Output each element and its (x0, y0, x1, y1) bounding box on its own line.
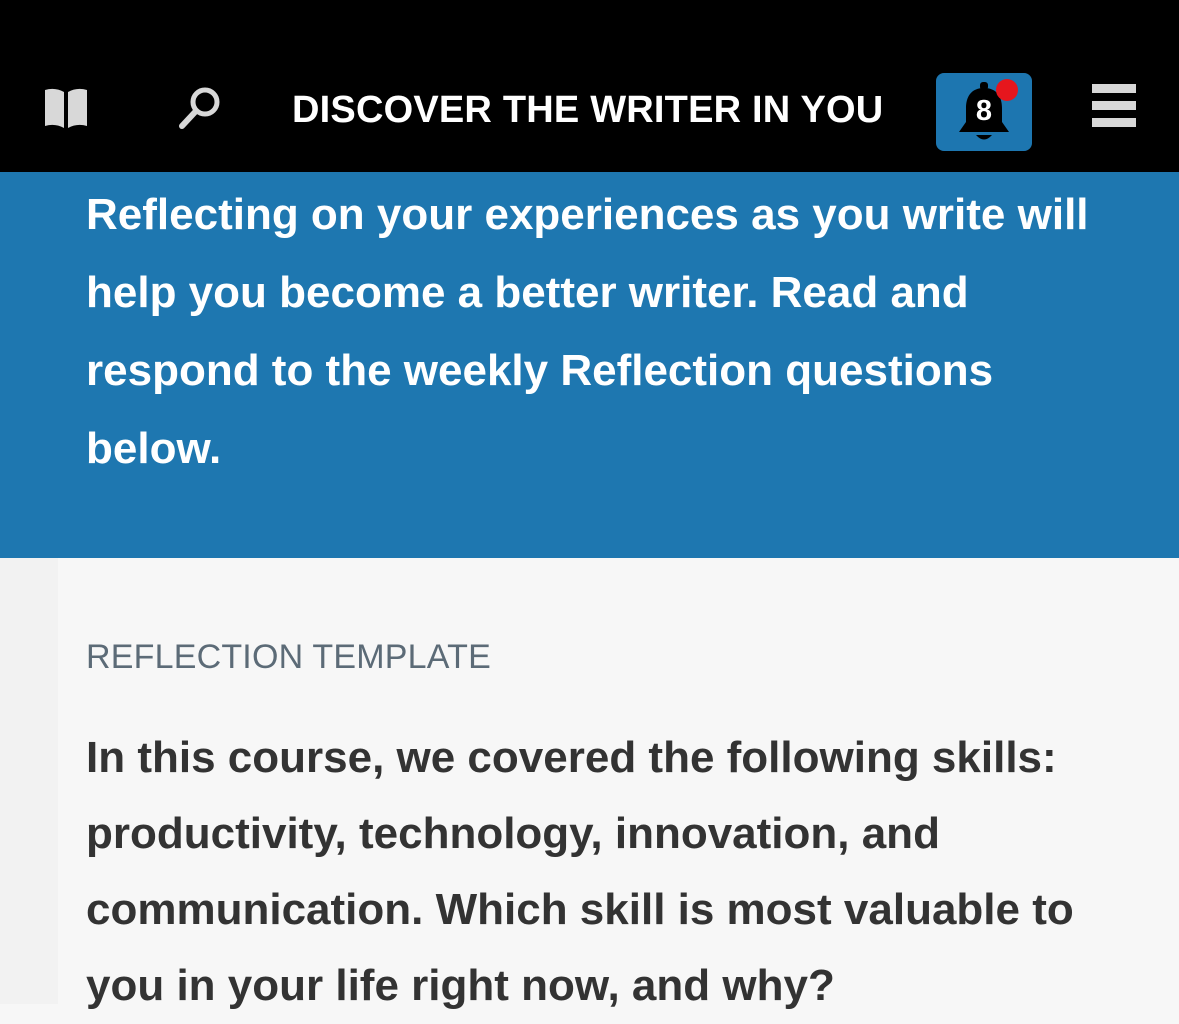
notifications-button[interactable]: 8 (936, 73, 1032, 151)
left-gutter (0, 558, 58, 1004)
banner-text: Reflecting on your experiences as you wr… (86, 190, 1089, 473)
section-label: REFLECTION TEMPLATE (86, 638, 491, 676)
page-title: DISCOVER THE WRITER IN YOU (292, 89, 884, 131)
notification-dot (996, 79, 1018, 101)
search-button[interactable] (164, 72, 236, 144)
top-navigation-bar: DISCOVER THE WRITER IN YOU 8 (0, 0, 1179, 172)
search-icon (179, 87, 220, 129)
reflection-question: In this course, we covered the following… (86, 733, 1074, 1010)
menu-button[interactable] (1080, 72, 1148, 140)
hamburger-menu-icon (1092, 84, 1136, 127)
book-icon (45, 88, 87, 128)
book-button[interactable] (30, 72, 102, 144)
